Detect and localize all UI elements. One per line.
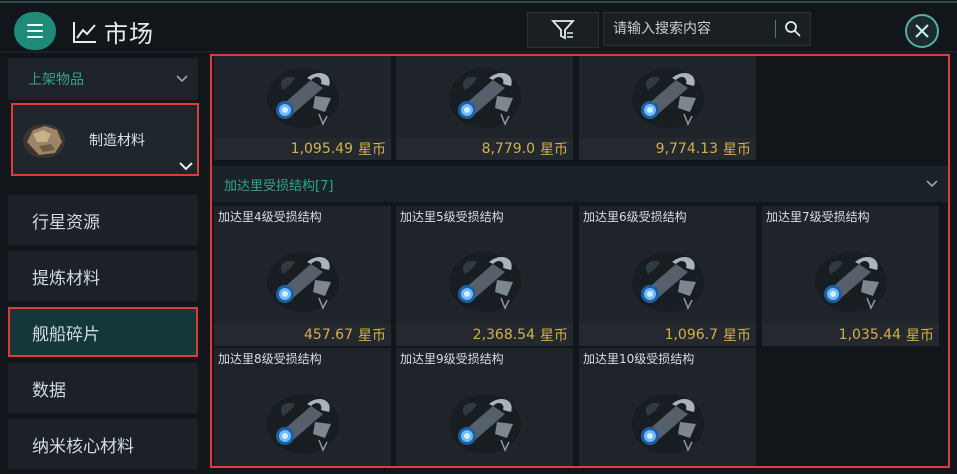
wreck-icon bbox=[265, 393, 340, 455]
item-name: 加达里8级受损结构 bbox=[218, 352, 322, 366]
filter-icon bbox=[551, 20, 575, 40]
item-name: 加达里9级受损结构 bbox=[400, 352, 504, 366]
menu-icon bbox=[27, 24, 43, 38]
price-label: 1,095.49 星币 bbox=[214, 138, 391, 160]
sidebar-item-label: 舰船碎片 bbox=[32, 324, 100, 345]
item-name: 加达里10级受损结构 bbox=[583, 352, 695, 366]
item-thumbnail bbox=[396, 382, 573, 458]
price-label: 1,035.44 星币 bbox=[762, 324, 939, 346]
item-card[interactable]: 加达里9级受损结构 bbox=[396, 348, 573, 466]
wreck-icon bbox=[630, 67, 705, 129]
item-card[interactable]: 加达里5级受损结构 2,368.54 星币 bbox=[396, 206, 573, 346]
category-dropdown[interactable]: 上架物品 bbox=[8, 58, 198, 100]
price-label: 2,368.54 星币 bbox=[396, 324, 573, 346]
item-card[interactable]: 8,779.0 星币 bbox=[396, 56, 573, 160]
search-input[interactable] bbox=[604, 20, 775, 38]
sidebar-item-nano-core-materials[interactable]: 纳米核心材料 bbox=[8, 419, 198, 469]
page-title: 市场 bbox=[104, 20, 154, 48]
wreck-icon bbox=[813, 251, 888, 313]
menu-button[interactable] bbox=[14, 12, 56, 50]
item-thumbnail bbox=[214, 382, 391, 458]
search-button[interactable] bbox=[776, 20, 810, 38]
item-name: 加达里7级受损结构 bbox=[766, 210, 870, 224]
item-card[interactable]: 加达里6级受损结构 1,096.7 星币 bbox=[579, 206, 756, 346]
filter-button[interactable] bbox=[527, 12, 599, 48]
item-card[interactable]: 1,095.49 星币 bbox=[214, 56, 391, 160]
wreck-icon bbox=[265, 251, 340, 313]
wreck-icon bbox=[447, 251, 522, 313]
price-label: 9,774.13 星币 bbox=[579, 138, 756, 160]
search-icon bbox=[785, 21, 801, 37]
item-card[interactable]: 加达里10级受损结构 bbox=[579, 348, 756, 466]
sidebar-item-label: 行星资源 bbox=[32, 212, 100, 233]
market-chart-icon bbox=[73, 21, 96, 43]
chevron-down-icon bbox=[179, 162, 193, 171]
item-card[interactable]: 加达里8级受损结构 bbox=[214, 348, 391, 466]
sidebar-item-refined-materials[interactable]: 提炼材料 bbox=[8, 251, 198, 301]
sidebar-item-label: 数据 bbox=[32, 380, 66, 401]
item-thumbnail bbox=[396, 56, 573, 132]
search-box bbox=[603, 12, 811, 46]
close-button[interactable] bbox=[905, 14, 939, 48]
wreck-icon bbox=[447, 67, 522, 129]
selected-category-label: 制造材料 bbox=[89, 132, 145, 149]
chevron-down-icon bbox=[176, 75, 188, 83]
item-thumbnail bbox=[579, 382, 756, 458]
item-thumbnail bbox=[762, 240, 939, 316]
group-header[interactable]: 加达里受损结构[7] bbox=[212, 166, 948, 202]
item-card[interactable]: 加达里7级受损结构 1,035.44 星币 bbox=[762, 206, 939, 346]
sidebar-item-label: 提炼材料 bbox=[32, 268, 100, 289]
price-label: 8,779.0 星币 bbox=[396, 138, 573, 160]
price-label: 1,096.7 星币 bbox=[579, 324, 756, 346]
close-icon bbox=[915, 24, 929, 38]
item-thumbnail bbox=[579, 56, 756, 132]
sidebar-item-ship-fragments[interactable]: 舰船碎片 bbox=[8, 307, 198, 357]
selected-category[interactable]: 制造材料 bbox=[11, 103, 199, 176]
item-thumbnail bbox=[396, 240, 573, 316]
item-name: 加达里6级受损结构 bbox=[583, 210, 687, 224]
wreck-icon bbox=[630, 251, 705, 313]
price-label: 457.67 星币 bbox=[214, 324, 391, 346]
wreck-icon bbox=[630, 393, 705, 455]
item-card[interactable]: 加达里4级受损结构 457.67 星币 bbox=[214, 206, 391, 346]
wreck-icon bbox=[447, 393, 522, 455]
sidebar-item-data[interactable]: 数据 bbox=[8, 363, 198, 413]
item-name: 加达里5级受损结构 bbox=[400, 210, 504, 224]
item-grid-panel: 1,095.49 星币 8,779.0 星币 9,774.13 星币 加达里受损结构[… bbox=[210, 54, 950, 468]
group-title: 加达里受损结构[7] bbox=[224, 178, 334, 194]
category-dropdown-label: 上架物品 bbox=[28, 72, 84, 88]
item-thumbnail bbox=[214, 240, 391, 316]
category-sidebar: 上架物品 制造材料 行星资源 提炼材料 舰船碎片 数据 纳米核心材料 bbox=[4, 58, 200, 474]
item-name: 加达里4级受损结构 bbox=[218, 210, 322, 224]
wreck-icon bbox=[265, 67, 340, 129]
sidebar-item-planetary-resources[interactable]: 行星资源 bbox=[8, 195, 198, 245]
item-card[interactable]: 9,774.13 星币 bbox=[579, 56, 756, 160]
item-thumbnail bbox=[214, 56, 391, 132]
ore-icon bbox=[23, 123, 65, 158]
page-title-area: 市场 bbox=[72, 14, 154, 49]
sidebar-item-label: 纳米核心材料 bbox=[32, 436, 134, 457]
chevron-down-icon bbox=[926, 180, 938, 188]
item-thumbnail bbox=[579, 240, 756, 316]
